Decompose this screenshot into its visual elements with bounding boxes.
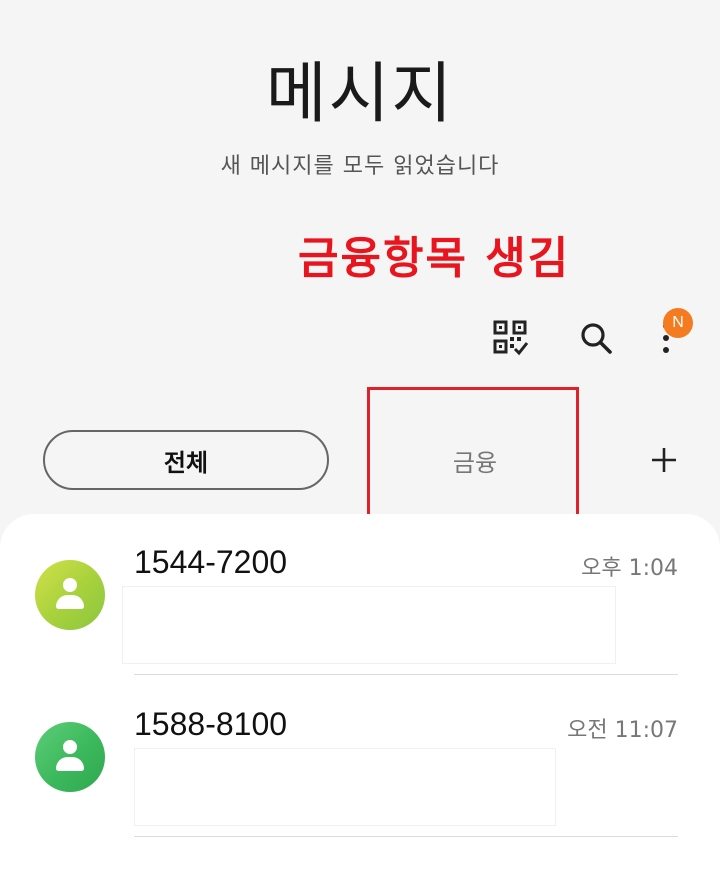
message-time: 오전 11:07 [567,718,678,743]
annotation-highlight-box [367,387,579,529]
search-icon [581,323,612,354]
tab-all[interactable]: 전체 [43,430,329,490]
message-preview [122,586,616,664]
page-subtitle: 새 메시지를 모두 읽었습니다 [220,154,500,179]
divider [134,674,678,675]
conversation-item[interactable]: 1588-8100 오전 11:07 [0,676,720,837]
message-preview [134,748,556,826]
avatar [35,722,105,792]
sender-name: 1588-8100 [134,706,288,742]
search-button[interactable] [574,316,618,360]
qr-code-icon [493,320,529,356]
plus-icon [652,448,676,472]
message-time: 오후 1:04 [581,556,678,581]
sender-name: 1544-7200 [134,544,288,580]
add-category-button[interactable] [646,442,682,478]
page-title: 메시지 [265,55,455,132]
person-icon [63,578,77,592]
annotation-text: 금융항목 생김 [298,233,571,284]
notification-badge: N [663,308,693,338]
avatar [35,560,105,630]
conversation-item[interactable]: 1544-7200 오후 1:04 [0,514,720,675]
qr-code-button[interactable] [489,316,533,360]
conversation-list: 1544-7200 오후 1:04 1588-8100 오전 11:07 [0,514,720,874]
person-icon [63,740,77,754]
divider [134,836,678,837]
